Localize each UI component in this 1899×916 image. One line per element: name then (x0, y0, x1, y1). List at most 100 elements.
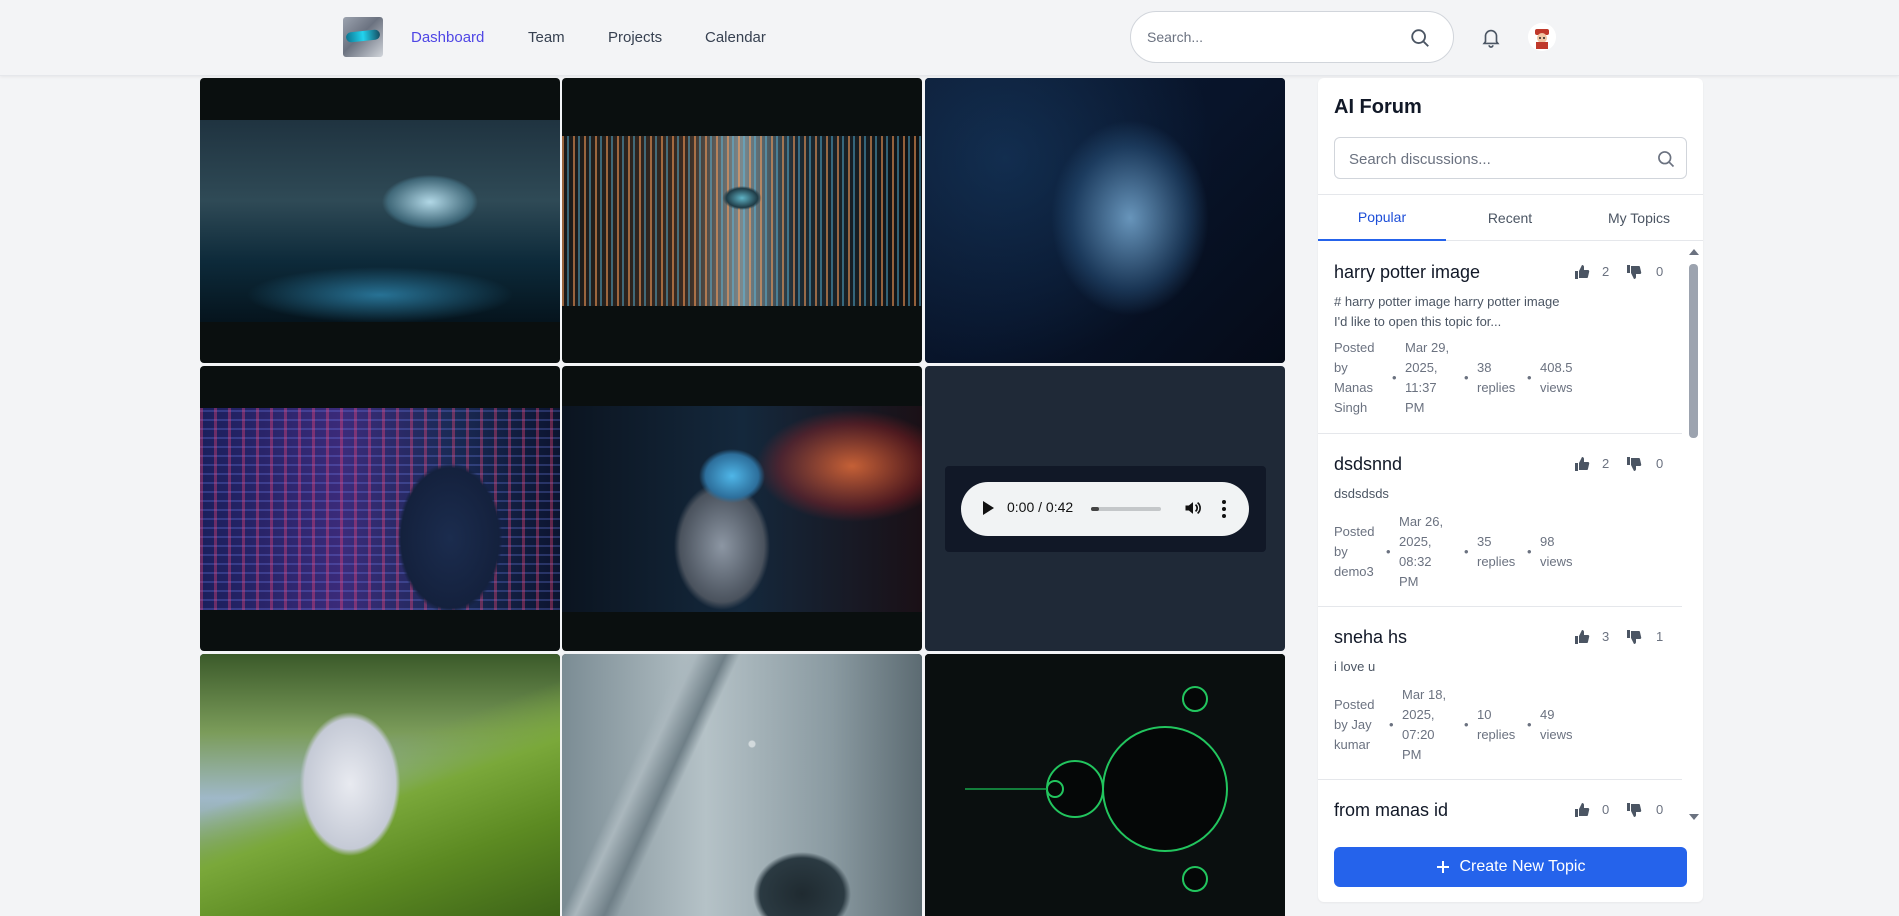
thumbs-up-icon[interactable] (1574, 456, 1590, 472)
search-icon[interactable] (1409, 27, 1431, 49)
post-date-line: 08:32 (1399, 554, 1432, 569)
thumbs-down-icon[interactable] (1626, 456, 1642, 472)
audio-controls: 0:00 / 0:42 (961, 482, 1249, 536)
reply-count: 38 replies (1477, 358, 1515, 398)
posted-by-line: Posted (1334, 340, 1375, 355)
topic-excerpt: # harry potter image harry potter image … (1334, 294, 1560, 329)
topic-title[interactable]: from manas id (1334, 800, 1448, 821)
nav-team[interactable]: Team (528, 0, 565, 74)
post-date-line: 2025, (1405, 360, 1438, 375)
topic-meta: Posted by demo3 • Mar 26, 2025, 08:32 PM… (1334, 512, 1634, 596)
tab-popular[interactable]: Popular (1318, 195, 1446, 241)
scroll-down-arrow[interactable] (1689, 814, 1699, 820)
posted-by: Posted by demo3 (1334, 522, 1374, 582)
media-tile-bunny[interactable] (200, 654, 560, 916)
audio-time: 0:00 / 0:42 (1007, 499, 1074, 515)
media-tile-audio: 0:00 / 0:42 (925, 366, 1285, 651)
media-tile-cloud[interactable] (200, 78, 560, 363)
topic-title[interactable]: sneha hs (1334, 627, 1407, 648)
cloud-image (200, 120, 560, 322)
nav-projects[interactable]: Projects (608, 0, 662, 74)
reply-count: 10 replies (1477, 705, 1515, 745)
topic-item[interactable]: harry potter image 2 0 # harry potter im… (1318, 242, 1682, 434)
scroll-up-arrow[interactable] (1689, 249, 1699, 255)
topic-list: harry potter image 2 0 # harry potter im… (1318, 242, 1703, 826)
posted-by: Posted by Jay kumar (1334, 695, 1374, 755)
audio-seek-bar[interactable] (1091, 507, 1161, 511)
thumbs-down-icon[interactable] (1626, 802, 1642, 818)
volume-icon[interactable] (1183, 498, 1203, 518)
thumbs-up-icon[interactable] (1574, 264, 1590, 280)
posted-by-line: Posted (1334, 524, 1375, 539)
media-tile-head[interactable] (925, 78, 1285, 363)
play-icon[interactable] (983, 501, 994, 515)
app-logo[interactable] (343, 17, 383, 57)
view-count-value: 98 (1540, 534, 1555, 549)
separator-dot: • (1464, 544, 1469, 559)
thumbs-down-icon[interactable] (1626, 629, 1642, 645)
avatar[interactable] (1528, 23, 1556, 51)
reply-count-label: replies (1477, 380, 1516, 395)
scrollbar-thumb[interactable] (1689, 264, 1698, 438)
forum-panel: AI Forum Popular Recent My Topics harry … (1318, 78, 1703, 902)
search-icon[interactable] (1656, 149, 1676, 169)
topic-item[interactable]: sneha hs 3 1 i love u Posted by Jay kuma… (1318, 607, 1682, 780)
thumbs-up-icon[interactable] (1574, 802, 1590, 818)
topic-item[interactable]: dsdsnnd 2 0 dsdsdsds Posted by demo3 • M… (1318, 434, 1682, 607)
dislike-count: 0 (1656, 456, 1664, 471)
view-count-label: views (1540, 554, 1573, 569)
avatar-image (1528, 23, 1556, 51)
post-date-line: 2025, (1402, 707, 1435, 722)
global-search-input[interactable] (1147, 26, 1397, 48)
topic-votes: 0 0 (1574, 800, 1674, 822)
media-tile-brain[interactable] (562, 366, 922, 651)
global-search-box (1130, 11, 1454, 63)
top-navigation-bar: Dashboard Team Projects Calendar (0, 0, 1899, 76)
media-tile-metal[interactable] (562, 654, 922, 916)
topic-meta: Posted by Jay kumar • Mar 18, 2025, 07:2… (1334, 685, 1634, 769)
posted-by: Posted by Manas Singh (1334, 338, 1374, 418)
topic-title[interactable]: dsdsnnd (1334, 454, 1402, 475)
post-date-line: PM (1405, 400, 1425, 415)
topic-item[interactable]: from manas id 0 0 (1318, 780, 1682, 826)
posted-by-line: Posted (1334, 697, 1375, 712)
tab-recent[interactable]: Recent (1446, 195, 1574, 241)
separator-dot: • (1389, 717, 1394, 732)
topic-title[interactable]: harry potter image (1334, 262, 1480, 283)
separator-dot: • (1527, 544, 1532, 559)
nav-dashboard[interactable]: Dashboard (411, 0, 484, 74)
forum-search-input[interactable] (1349, 149, 1639, 169)
audio-seek-progress (1091, 507, 1099, 511)
media-tile-fractal[interactable] (925, 654, 1285, 916)
forum-search-box (1334, 137, 1687, 179)
fractal-image (925, 654, 1285, 916)
like-count: 2 (1602, 264, 1610, 279)
topic-excerpt: i love u (1334, 659, 1376, 674)
nav-calendar[interactable]: Calendar (705, 0, 766, 74)
plus-icon (1436, 861, 1449, 873)
posted-by-line: Manas (1334, 380, 1374, 395)
more-options-icon[interactable] (1221, 499, 1227, 519)
create-new-topic-button[interactable]: Create New Topic (1334, 847, 1687, 887)
tab-my-topics[interactable]: My Topics (1575, 195, 1703, 241)
view-count-label: views (1540, 727, 1573, 742)
post-date: Mar 26, 2025, 08:32 PM (1399, 512, 1443, 592)
posted-by-line: kumar (1334, 737, 1371, 752)
separator-dot: • (1527, 370, 1532, 385)
topic-excerpt: dsdsdsds (1334, 486, 1389, 501)
separator-dot: • (1386, 544, 1391, 559)
coder-image (200, 408, 560, 610)
post-date-line: Mar 26, (1399, 514, 1444, 529)
media-tile-coder[interactable] (200, 366, 560, 651)
view-count: 49 views (1540, 705, 1573, 745)
posted-by-line: by (1334, 544, 1348, 559)
posted-by-line: by (1334, 360, 1348, 375)
audio-player: 0:00 / 0:42 (945, 466, 1266, 552)
media-tile-face[interactable] (562, 78, 922, 363)
view-count-value: 49 (1540, 707, 1555, 722)
bell-icon[interactable] (1480, 25, 1502, 49)
like-count: 2 (1602, 456, 1610, 471)
like-count: 0 (1602, 802, 1610, 817)
thumbs-down-icon[interactable] (1626, 264, 1642, 280)
thumbs-up-icon[interactable] (1574, 629, 1590, 645)
